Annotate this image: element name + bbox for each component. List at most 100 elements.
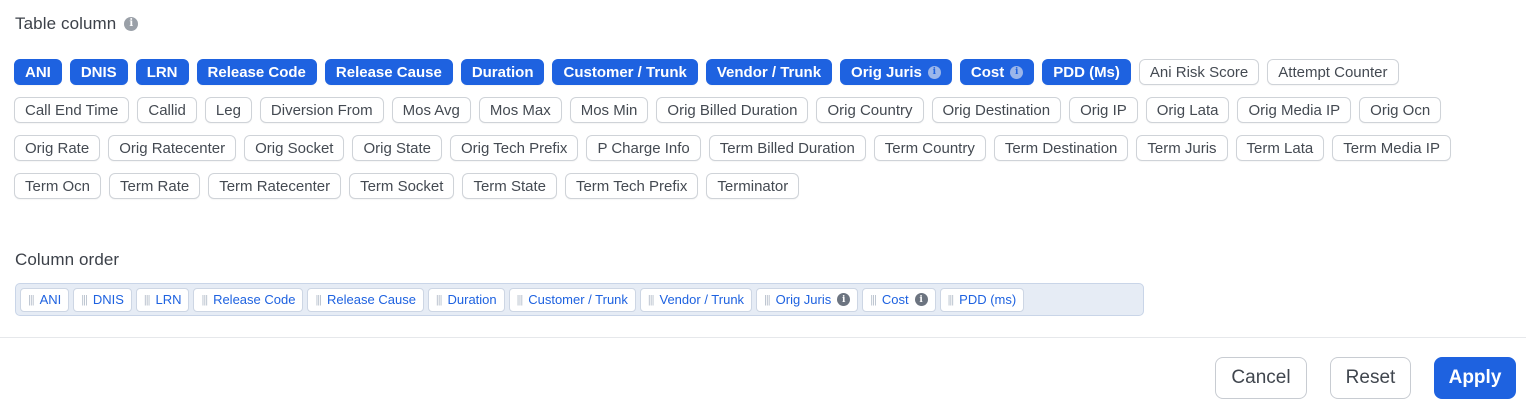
- column-chip-label: Terminator: [717, 177, 789, 195]
- column-chip-label: PDD (Ms): [1053, 63, 1120, 81]
- column-chip-term-juris[interactable]: Term Juris: [1136, 135, 1228, 161]
- column-chip-term-billed-duration[interactable]: Term Billed Duration: [708, 135, 866, 161]
- column-chip-orig-billed-duration[interactable]: Orig Billed Duration: [656, 97, 809, 123]
- column-chip-label: Term Socket: [360, 177, 444, 195]
- column-chip-orig-tech-prefix[interactable]: Orig Tech Prefix: [450, 135, 579, 161]
- drag-handle-icon[interactable]: |||: [948, 294, 955, 306]
- column-chip-label: Attempt Counter: [1278, 63, 1388, 81]
- column-chip-pdd-ms[interactable]: PDD (Ms): [1042, 59, 1131, 85]
- order-chip-lrn[interactable]: ||| LRN: [135, 287, 190, 312]
- column-chip-label: Orig Juris: [851, 63, 922, 81]
- column-chip-label: Mos Max: [489, 101, 551, 119]
- order-chip-customer-trunk[interactable]: ||| Customer / Trunk: [508, 287, 636, 312]
- drag-handle-icon[interactable]: |||: [648, 294, 655, 306]
- info-icon: i: [837, 293, 851, 306]
- drag-handle-icon[interactable]: |||: [764, 294, 771, 306]
- column-chip-ani[interactable]: ANI: [14, 59, 62, 85]
- order-chip-label: Cost: [881, 292, 909, 307]
- column-chip-dnis[interactable]: DNIS: [69, 59, 128, 85]
- column-chip-callid[interactable]: Callid: [137, 97, 197, 123]
- column-chip-label: Term Rate: [120, 177, 190, 195]
- column-chip-term-lata[interactable]: Term Lata: [1235, 135, 1325, 161]
- column-chip-label: Orig Billed Duration: [667, 101, 798, 119]
- column-chip-mos-max[interactable]: Mos Max: [478, 97, 562, 123]
- column-chip-p-charge-info[interactable]: P Charge Info: [586, 135, 701, 161]
- info-icon: i: [914, 293, 928, 306]
- order-chip-ani[interactable]: ||| ANI: [20, 287, 70, 312]
- drag-handle-icon[interactable]: |||: [144, 294, 151, 306]
- column-chip-vendor-trunk[interactable]: Vendor / Trunk: [705, 59, 833, 85]
- column-chip-label: Mos Min: [580, 101, 638, 119]
- info-icon[interactable]: i: [124, 17, 139, 31]
- column-chip-duration[interactable]: Duration: [460, 59, 545, 85]
- column-chip-terminator[interactable]: Terminator: [706, 173, 800, 199]
- drag-handle-icon[interactable]: |||: [81, 294, 88, 306]
- column-chip-release-cause[interactable]: Release Cause: [324, 59, 453, 85]
- column-chip-leg[interactable]: Leg: [204, 97, 252, 123]
- order-chip-duration[interactable]: ||| Duration: [427, 287, 505, 312]
- column-chip-term-state[interactable]: Term State: [462, 173, 557, 199]
- column-chip-attempt-counter[interactable]: Attempt Counter: [1267, 59, 1399, 85]
- column-chip-term-media-ip[interactable]: Term Media IP: [1332, 135, 1451, 161]
- order-chip-pdd-ms[interactable]: ||| PDD (ms): [939, 287, 1025, 312]
- column-chip-orig-lata[interactable]: Orig Lata: [1145, 97, 1230, 123]
- column-chip-label: Term Juris: [1147, 139, 1217, 157]
- column-chip-term-socket[interactable]: Term Socket: [349, 173, 455, 199]
- drag-handle-icon[interactable]: |||: [436, 294, 443, 306]
- order-chip-label: PDD (ms): [959, 292, 1017, 307]
- column-chip-label: Term Lata: [1246, 139, 1314, 157]
- column-chip-label: Callid: [148, 101, 186, 119]
- drag-handle-icon[interactable]: |||: [870, 294, 877, 306]
- column-chip-call-end-time[interactable]: Call End Time: [14, 97, 130, 123]
- order-chip-label: Release Cause: [327, 292, 416, 307]
- column-chip-orig-media-ip[interactable]: Orig Media IP: [1237, 97, 1352, 123]
- order-chip-orig-juris[interactable]: ||| Orig Juris i: [756, 287, 859, 312]
- column-chip-orig-rate[interactable]: Orig Rate: [14, 135, 101, 161]
- table-column-heading: Table column i: [15, 14, 139, 34]
- column-chip-release-code[interactable]: Release Code: [196, 59, 317, 85]
- column-chip-label: Customer / Trunk: [563, 63, 687, 81]
- column-order-title: Column order: [15, 250, 120, 269]
- reset-button[interactable]: Reset: [1330, 357, 1411, 399]
- drag-handle-icon[interactable]: |||: [517, 294, 524, 306]
- column-chip-term-rate[interactable]: Term Rate: [109, 173, 201, 199]
- column-chip-orig-ocn[interactable]: Orig Ocn: [1359, 97, 1442, 123]
- cancel-button[interactable]: Cancel: [1215, 357, 1307, 399]
- drag-handle-icon[interactable]: |||: [201, 294, 208, 306]
- column-chip-term-ocn[interactable]: Term Ocn: [14, 173, 102, 199]
- column-chip-term-destination[interactable]: Term Destination: [993, 135, 1129, 161]
- column-chip-orig-state[interactable]: Orig State: [352, 135, 442, 161]
- apply-button[interactable]: Apply: [1434, 357, 1516, 399]
- order-chip-cost[interactable]: ||| Cost i: [862, 287, 936, 312]
- column-chip-label: Leg: [215, 101, 241, 119]
- drag-handle-icon[interactable]: |||: [315, 294, 322, 306]
- drag-handle-icon[interactable]: |||: [28, 294, 35, 306]
- column-chip-term-tech-prefix[interactable]: Term Tech Prefix: [564, 173, 699, 199]
- column-chip-diversion-from[interactable]: Diversion From: [259, 97, 384, 123]
- column-chip-label: Term Destination: [1004, 139, 1118, 157]
- column-chip-mos-avg[interactable]: Mos Avg: [391, 97, 471, 123]
- column-chip-orig-country[interactable]: Orig Country: [816, 97, 924, 123]
- column-chip-list: ANI DNIS LRN Release Code Release Cause Durat…: [14, 59, 1514, 199]
- order-chip-label: Release Code: [213, 292, 296, 307]
- column-chip-orig-ratecenter[interactable]: Orig Ratecenter: [108, 135, 237, 161]
- order-chip-dnis[interactable]: ||| DNIS: [73, 287, 132, 312]
- column-chip-orig-ip[interactable]: Orig IP: [1069, 97, 1138, 123]
- order-chip-release-cause[interactable]: ||| Release Cause: [307, 287, 424, 312]
- column-chip-orig-socket[interactable]: Orig Socket: [244, 135, 345, 161]
- order-chip-vendor-trunk[interactable]: ||| Vendor / Trunk: [639, 287, 753, 312]
- column-chip-label: Term Country: [884, 139, 975, 157]
- column-chip-ani-risk-score[interactable]: Ani Risk Score: [1138, 59, 1260, 85]
- column-chip-lrn[interactable]: LRN: [135, 59, 189, 85]
- column-chip-label: Term Billed Duration: [719, 139, 855, 157]
- order-chip-release-code[interactable]: ||| Release Code: [193, 287, 304, 312]
- column-chip-term-country[interactable]: Term Country: [873, 135, 986, 161]
- column-chip-label: Term Tech Prefix: [575, 177, 688, 195]
- column-chip-term-ratecenter[interactable]: Term Ratecenter: [208, 173, 342, 199]
- column-chip-customer-trunk[interactable]: Customer / Trunk: [552, 59, 698, 85]
- column-chip-label: Orig Tech Prefix: [461, 139, 568, 157]
- column-chip-orig-destination[interactable]: Orig Destination: [931, 97, 1062, 123]
- column-chip-cost[interactable]: Cost i: [959, 59, 1035, 85]
- column-chip-mos-min[interactable]: Mos Min: [569, 97, 649, 123]
- column-chip-orig-juris[interactable]: Orig Juris i: [840, 59, 952, 85]
